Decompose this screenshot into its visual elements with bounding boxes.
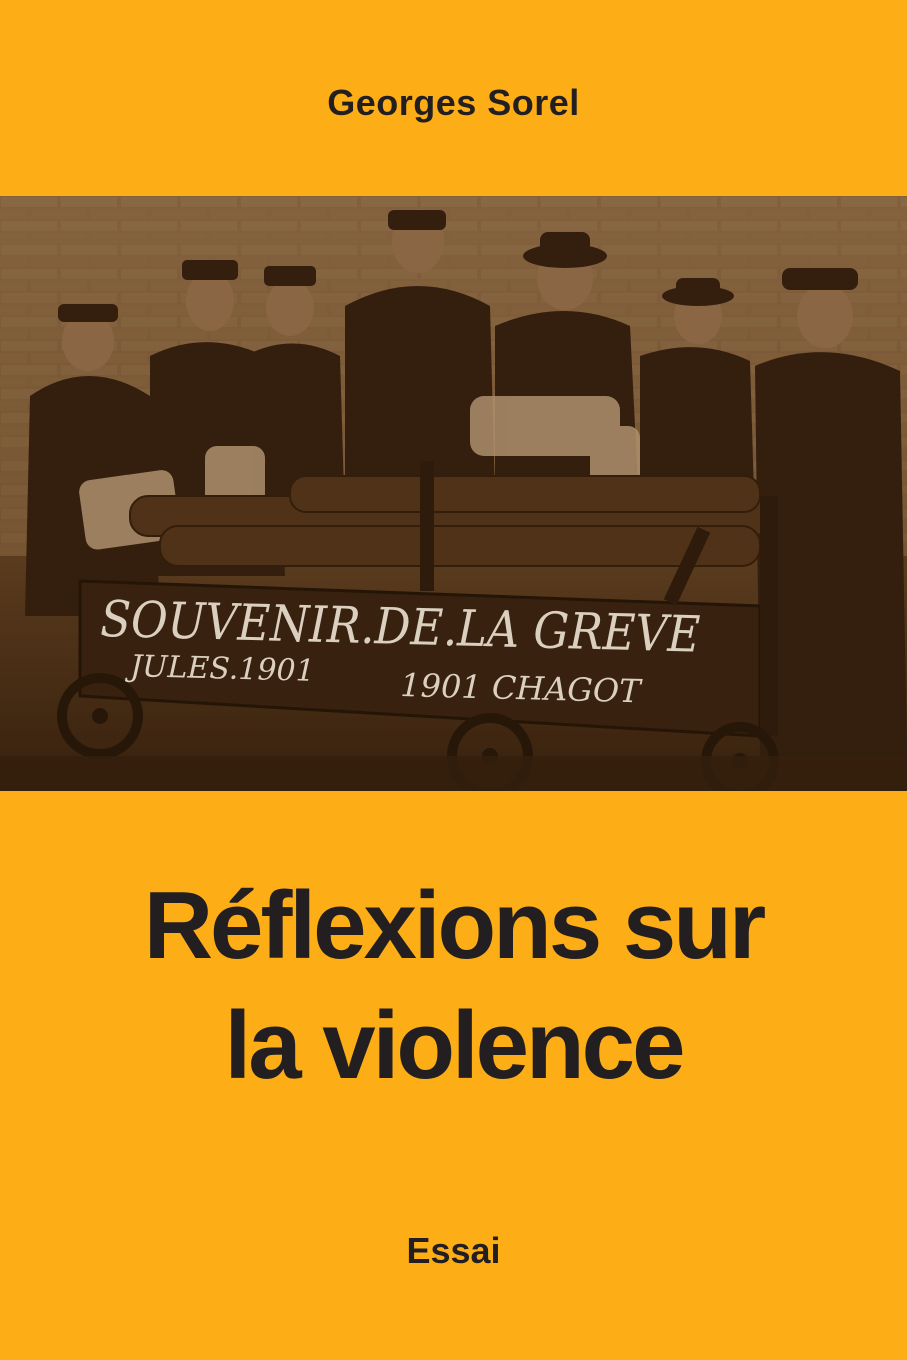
cover-photo: SOUVENIR.DE.LA GREVE JULES.1901 1901 CHA… <box>0 196 907 791</box>
author-name: Georges Sorel <box>327 82 580 123</box>
book-title: Réflexions sur la violence <box>0 866 907 1106</box>
book-cover: Georges Sorel SOUVENIR.DE.LA GREVE JULES… <box>0 0 907 1360</box>
genre-label: Essai <box>406 1230 501 1271</box>
book-title-line1: Réflexions sur <box>143 872 767 979</box>
book-title-line2: la violence <box>224 992 686 1099</box>
cover-photo-illustration: SOUVENIR.DE.LA GREVE JULES.1901 1901 CHA… <box>0 196 907 791</box>
